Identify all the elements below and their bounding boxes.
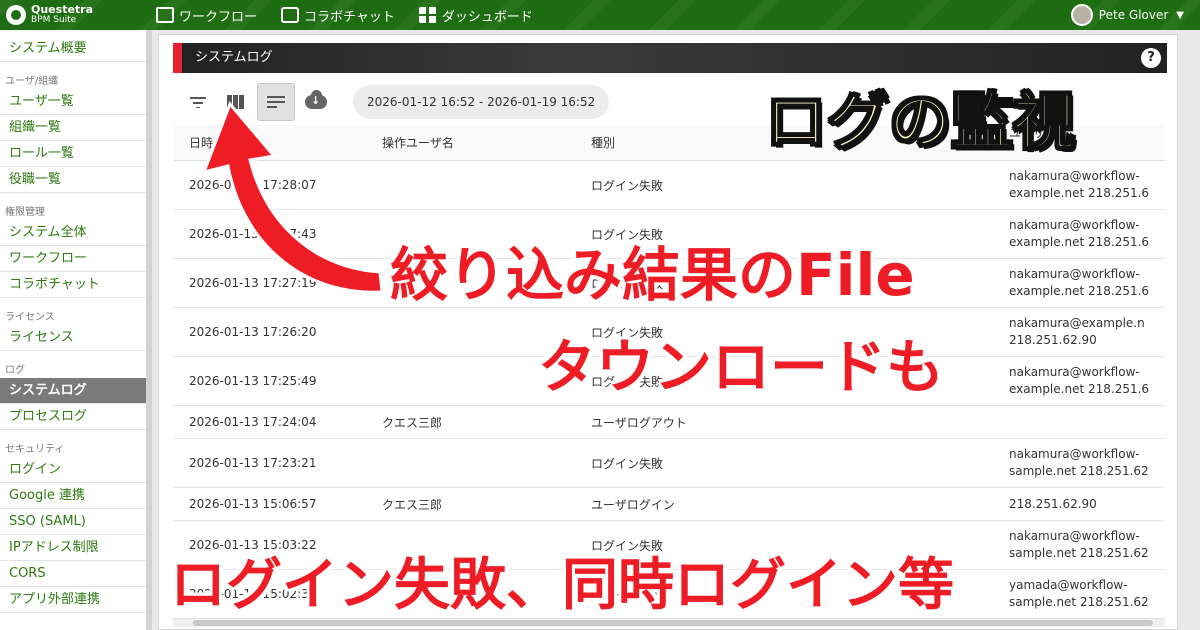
- workflow-icon: [156, 7, 174, 23]
- sidebar-item-user-list[interactable]: ユーザ一覧: [0, 89, 146, 115]
- brand-logo[interactable]: Questetra BPM Suite: [6, 3, 156, 25]
- sidebar-item-collab-chat[interactable]: コラボチャット: [0, 272, 146, 298]
- cell-user-detail: nakamura@workflow- example.net 218.251.6: [1009, 365, 1150, 396]
- sidebar-item-ip-restriction[interactable]: IPアドレス制限: [0, 535, 146, 561]
- nav-workflow-label: ワークフロー: [179, 9, 258, 25]
- cell-user-detail: nakamura@workflow- example.net 218.251.6: [1009, 218, 1150, 249]
- sidebar-item-org-list[interactable]: 組織一覧: [0, 115, 146, 141]
- dashboard-icon: [418, 7, 437, 23]
- red-arrow-shape: [201, 101, 384, 294]
- sidebar-item-login[interactable]: ログイン: [0, 457, 146, 483]
- sidebar-group-users: ユーザ/組織: [5, 76, 59, 87]
- questetra-logo-icon: [6, 5, 26, 25]
- sidebar-item-app-integration[interactable]: アプリ外部連携: [0, 587, 146, 613]
- nav-dashboard[interactable]: ダッシュボード: [418, 6, 533, 25]
- sidebar-item-cors[interactable]: CORS: [0, 561, 146, 587]
- cell-datetime: 2026-01-13 17:24:04: [189, 415, 317, 429]
- help-icon[interactable]: ?: [1141, 48, 1161, 68]
- cell-user-detail: nakamura@workflow- example.net 218.251.6: [1009, 267, 1150, 298]
- header-operator[interactable]: 操作ユーザ名: [382, 125, 591, 160]
- page-title: システムログ: [195, 50, 273, 65]
- cell-user-detail: yamada@workflow- sample.net 218.251.62: [1009, 578, 1149, 609]
- caret-down-icon: ▼: [1176, 9, 1184, 21]
- sidebar-item-workflow[interactable]: ワークフロー: [0, 246, 146, 272]
- nav-collab-chat-label: コラボチャット: [304, 9, 395, 25]
- cell-operator: クエス三郎: [382, 415, 443, 430]
- sidebar-group-license: ライセンス: [5, 312, 55, 323]
- sidebar-item-process-log[interactable]: プロセスログ: [0, 404, 146, 430]
- sidebar-item-google[interactable]: Google 連携: [0, 483, 146, 509]
- overlay-caption-line2: タウンロードも: [538, 333, 945, 401]
- sidebar-item-system-log[interactable]: システムログ: [0, 378, 146, 404]
- table-row[interactable]: 2026-01-13 17:24:04 クエス三郎 ユーザログアウト: [173, 406, 1165, 439]
- sidebar-group-security: セキュリティ: [5, 444, 65, 455]
- brand-name: Questetra: [31, 3, 94, 16]
- cell-type: ログイン失敗: [591, 178, 664, 193]
- user-menu[interactable]: Pete Glover ▼: [1070, 0, 1184, 30]
- table-row[interactable]: 2026-01-13 17:23:21 ログイン失敗 nakamura@workfl…: [173, 439, 1165, 488]
- cell-type: ユーザログイン: [591, 497, 675, 512]
- top-bar: Questetra BPM Suite ワークフロー コラボチャット ダッシュボ…: [0, 0, 1200, 30]
- cell-user-detail: nakamura@workflow- example.net 218.251.6: [1009, 169, 1150, 200]
- cell-operator: クエス三郎: [382, 497, 443, 512]
- user-name: Pete Glover: [1098, 8, 1169, 22]
- cell-user-detail: 218.251.62.90: [1009, 496, 1097, 511]
- cell-type: ユーザログアウト: [591, 415, 687, 430]
- sidebar-group-log: ログ: [5, 365, 25, 376]
- avatar: [1070, 4, 1093, 26]
- cell-datetime: 2026-01-13 17:25:49: [189, 374, 317, 388]
- sidebar-item-sso[interactable]: SSO (SAML): [0, 509, 146, 535]
- page-title-bar: システムログ ?: [173, 43, 1167, 73]
- date-range-chip[interactable]: 2026-01-12 16:52 - 2026-01-19 16:52: [353, 85, 610, 119]
- overlay-caption-bottom: ログイン失敗、同時ログイン等: [170, 553, 954, 618]
- cell-datetime: 2026-01-13 15:06:57: [189, 497, 317, 511]
- sidebar-item-system-overview[interactable]: システム概要: [0, 36, 146, 62]
- sidebar-item-license[interactable]: ライセンス: [0, 325, 146, 351]
- cell-type: ログイン失敗: [591, 456, 664, 471]
- red-arrow: [201, 101, 384, 294]
- cell-user-detail: nakamura@example.n 218.251.62.90: [1009, 316, 1145, 347]
- brand-sub: BPM Suite: [31, 15, 77, 25]
- table-row[interactable]: 2026-01-13 15:06:57 クエス三郎 ユーザログイン 218.251.6…: [173, 488, 1165, 521]
- cell-datetime: 2026-01-13 17:26:20: [189, 325, 317, 339]
- overlay-caption-line1: 絞り込み結果のFile: [390, 241, 915, 309]
- sidebar: システム概要 ユーザ/組織 ユーザ一覧 組織一覧 ロール一覧 役職一覧 権限管理…: [0, 30, 152, 630]
- cell-user-detail: nakamura@workflow- sample.net 218.251.62: [1009, 529, 1149, 560]
- chat-icon: [281, 7, 300, 23]
- sidebar-item-system-wide[interactable]: システム全体: [0, 220, 146, 246]
- sidebar-item-role-list[interactable]: ロール一覧: [0, 141, 146, 167]
- sidebar-item-position-list[interactable]: 役職一覧: [0, 167, 146, 193]
- nav-dashboard-label: ダッシュボード: [441, 9, 533, 25]
- cell-datetime: 2026-01-13 17:23:21: [189, 456, 317, 470]
- cell-user-detail: nakamura@workflow- sample.net 218.251.62: [1009, 447, 1149, 478]
- sidebar-group-permissions: 権限管理: [5, 207, 45, 218]
- nav-collab-chat[interactable]: コラボチャット: [281, 6, 395, 25]
- overlay-title: ログの監視: [764, 84, 1076, 159]
- nav-workflow[interactable]: ワークフロー: [156, 6, 257, 25]
